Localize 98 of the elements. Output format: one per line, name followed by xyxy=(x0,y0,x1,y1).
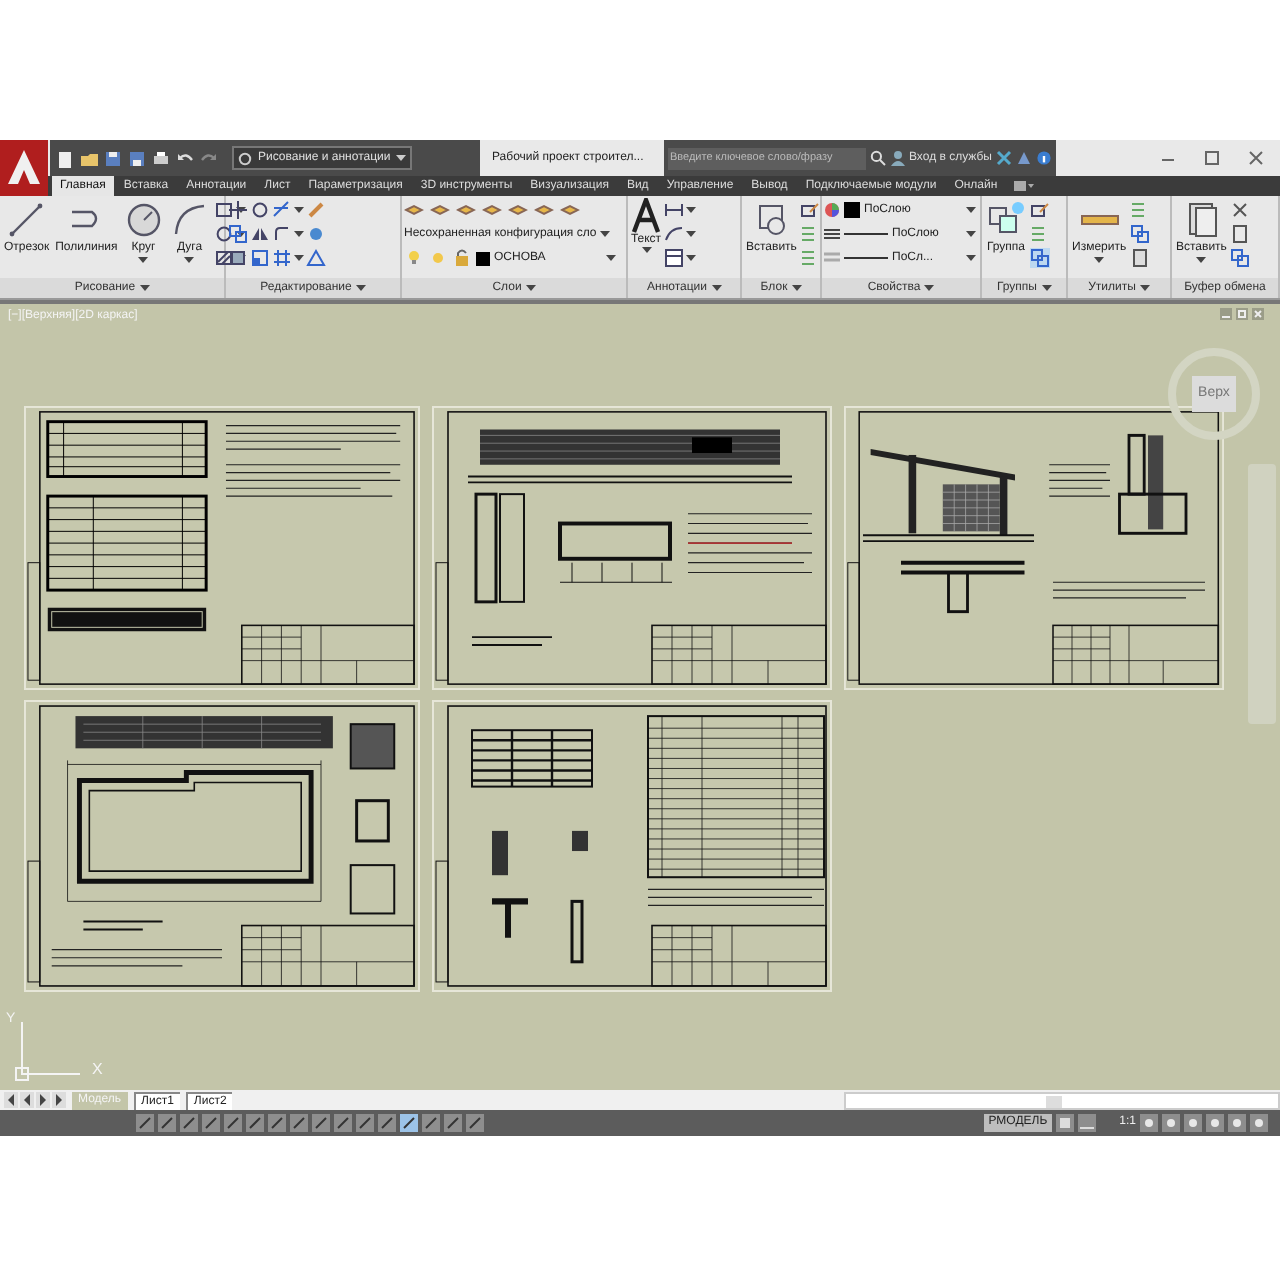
line-sample-icon xyxy=(844,230,888,238)
caret-icon[interactable] xyxy=(600,230,611,238)
hatch-icon[interactable] xyxy=(213,248,234,268)
status-toggle-icon[interactable] xyxy=(422,1114,440,1132)
status-toggle-icon[interactable] xyxy=(246,1114,264,1132)
status-toggle-icon[interactable] xyxy=(268,1114,286,1132)
horizontal-scrollbar[interactable] xyxy=(844,1091,1280,1109)
help-icon[interactable] xyxy=(1036,150,1052,166)
status-toggle-icon[interactable] xyxy=(158,1114,176,1132)
caret-icon[interactable] xyxy=(525,284,536,292)
status-toggle-icon[interactable] xyxy=(356,1114,374,1132)
caret-icon[interactable] xyxy=(966,230,976,238)
line-sample-icon xyxy=(844,254,888,262)
caret-icon[interactable] xyxy=(294,206,304,214)
rectangle-icon[interactable] xyxy=(213,200,234,220)
caret-icon[interactable] xyxy=(686,206,696,214)
arc-icon xyxy=(169,200,210,240)
leader-icon[interactable] xyxy=(664,224,684,244)
caret-icon[interactable] xyxy=(1041,284,1051,292)
viewport-icon[interactable] xyxy=(1055,1114,1074,1132)
line-icon xyxy=(6,200,47,240)
caret-icon[interactable] xyxy=(235,230,246,238)
status-toggle-icon[interactable] xyxy=(312,1114,330,1132)
table-icon[interactable] xyxy=(664,248,684,268)
caret-icon[interactable] xyxy=(235,206,246,214)
triangle-icon[interactable] xyxy=(306,248,326,268)
app-logo-icon[interactable] xyxy=(0,140,48,196)
status-toggle-icon[interactable] xyxy=(334,1114,352,1132)
status-toggle-icon[interactable] xyxy=(378,1114,396,1132)
block-edit-icon[interactable] xyxy=(1030,200,1050,220)
caret-icon[interactable] xyxy=(1196,256,1207,264)
maximize-icon[interactable] xyxy=(1204,150,1220,166)
user-icon[interactable] xyxy=(889,150,905,166)
caret-icon[interactable] xyxy=(924,284,935,292)
linetype-icon xyxy=(824,226,840,242)
copy-icon[interactable] xyxy=(1030,248,1050,268)
status-toggle-icon[interactable] xyxy=(290,1114,308,1132)
save-icon[interactable] xyxy=(104,149,122,167)
x-icon[interactable] xyxy=(996,150,1012,166)
dimension-icon[interactable] xyxy=(664,200,684,220)
caret-icon[interactable] xyxy=(641,246,651,254)
previous-icon[interactable] xyxy=(20,1092,34,1108)
letter-a-icon xyxy=(630,198,662,234)
status-toggle-icon[interactable] xyxy=(400,1114,418,1132)
color-wheel-icon xyxy=(824,202,840,218)
last-icon[interactable] xyxy=(52,1092,66,1108)
cut-icon[interactable] xyxy=(1230,200,1251,220)
lineweight-icon xyxy=(824,250,840,266)
axis-label: X xyxy=(92,1062,103,1078)
copy-icon[interactable] xyxy=(228,224,248,244)
copy-icon[interactable] xyxy=(1230,248,1251,268)
trim-icon[interactable] xyxy=(272,200,292,220)
close-icon[interactable] xyxy=(1248,150,1264,166)
printer-icon[interactable] xyxy=(152,149,170,167)
grid-icon[interactable] xyxy=(272,248,292,268)
caret-icon[interactable] xyxy=(294,254,304,262)
status-toggle-icon[interactable] xyxy=(444,1114,462,1132)
block-edit-icon[interactable] xyxy=(800,200,821,220)
caret-icon[interactable] xyxy=(1094,256,1105,264)
caret-icon[interactable] xyxy=(1139,284,1150,292)
caret-icon[interactable] xyxy=(686,254,696,262)
caret-icon[interactable] xyxy=(396,154,407,162)
color-swatch-icon xyxy=(844,202,860,218)
panel-toggle-icon[interactable] xyxy=(1013,180,1034,192)
rotate-icon[interactable] xyxy=(250,200,270,220)
ruler-icon xyxy=(1079,214,1120,226)
first-icon[interactable] xyxy=(4,1092,18,1108)
circle-icon xyxy=(123,200,164,240)
folder-icon[interactable] xyxy=(80,149,98,167)
rotate-icon[interactable] xyxy=(213,224,234,244)
document-icon[interactable] xyxy=(56,149,74,167)
clipboard-icon[interactable] xyxy=(1230,224,1251,244)
caret-icon[interactable] xyxy=(711,284,721,292)
status-toggle-icon[interactable] xyxy=(202,1114,220,1132)
caret-icon[interactable] xyxy=(184,256,195,264)
save-icon[interactable] xyxy=(128,149,146,167)
caret-icon[interactable] xyxy=(606,254,616,262)
calculator-icon[interactable] xyxy=(1130,248,1151,268)
corner-icon[interactable] xyxy=(272,224,292,244)
status-toggle-icon[interactable] xyxy=(136,1114,154,1132)
square-icon[interactable] xyxy=(228,248,248,268)
caret-icon[interactable] xyxy=(138,256,149,264)
status-toggle-icon[interactable] xyxy=(180,1114,198,1132)
copy-icon[interactable] xyxy=(1130,224,1151,244)
move-icon[interactable] xyxy=(228,200,248,220)
caret-icon[interactable] xyxy=(686,230,696,238)
color-swatch-icon xyxy=(476,251,490,265)
status-toggle-icon[interactable] xyxy=(224,1114,242,1132)
next-icon[interactable] xyxy=(36,1092,50,1108)
mirror-icon[interactable] xyxy=(250,224,270,244)
caret-icon[interactable] xyxy=(294,230,304,238)
caret-icon[interactable] xyxy=(966,206,976,214)
caret-icon[interactable] xyxy=(139,284,150,292)
caret-icon[interactable] xyxy=(966,254,976,262)
caret-icon[interactable] xyxy=(355,284,366,292)
layout-icon[interactable] xyxy=(1077,1114,1096,1132)
status-toggle-icon[interactable] xyxy=(466,1114,484,1132)
caret-icon[interactable] xyxy=(791,284,802,292)
